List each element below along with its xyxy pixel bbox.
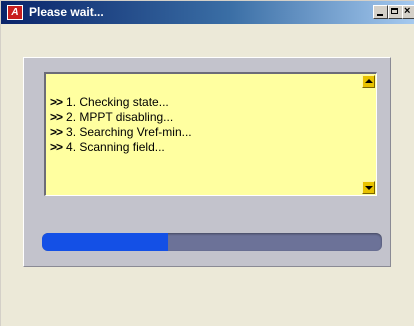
log-line: >> 1. Checking state...: [50, 95, 360, 110]
log-line: >> 4. Scanning field...: [50, 140, 360, 155]
status-log: >> 1. Checking state... >> 2. MPPT disabli…: [44, 72, 377, 196]
window-title: Please wait...: [29, 5, 104, 19]
log-prefix: >>: [50, 125, 63, 139]
close-icon: ×: [404, 5, 411, 17]
close-button[interactable]: ×: [402, 5, 414, 19]
app-logo-icon: A: [7, 5, 23, 20]
scroll-up-button[interactable]: [362, 75, 375, 88]
arrow-down-icon: [365, 186, 373, 190]
log-line: >> 2. MPPT disabling...: [50, 110, 360, 125]
progress-bar: [42, 233, 382, 251]
log-text: 3. Searching Vref-min...: [66, 125, 192, 139]
arrow-up-icon: [365, 79, 373, 83]
title-bar[interactable]: A Please wait... ×: [1, 1, 414, 24]
log-prefix: >>: [50, 110, 63, 124]
log-scrollbar[interactable]: [362, 75, 375, 194]
log-text: 4. Scanning field...: [66, 140, 165, 154]
progress-fill: [42, 233, 168, 251]
minimize-button[interactable]: [373, 5, 388, 19]
log-text: 2. MPPT disabling...: [66, 110, 174, 124]
log-line: >> 3. Searching Vref-min...: [50, 125, 360, 140]
log-prefix: >>: [50, 95, 63, 109]
please-wait-dialog: A Please wait... × >> 1. Checking state..…: [0, 0, 414, 326]
scroll-down-button[interactable]: [362, 181, 375, 194]
log-lines: >> 1. Checking state... >> 2. MPPT disabli…: [50, 95, 360, 155]
log-prefix: >>: [50, 140, 63, 154]
log-text: 1. Checking state...: [66, 95, 169, 109]
maximize-button[interactable]: [388, 5, 403, 19]
